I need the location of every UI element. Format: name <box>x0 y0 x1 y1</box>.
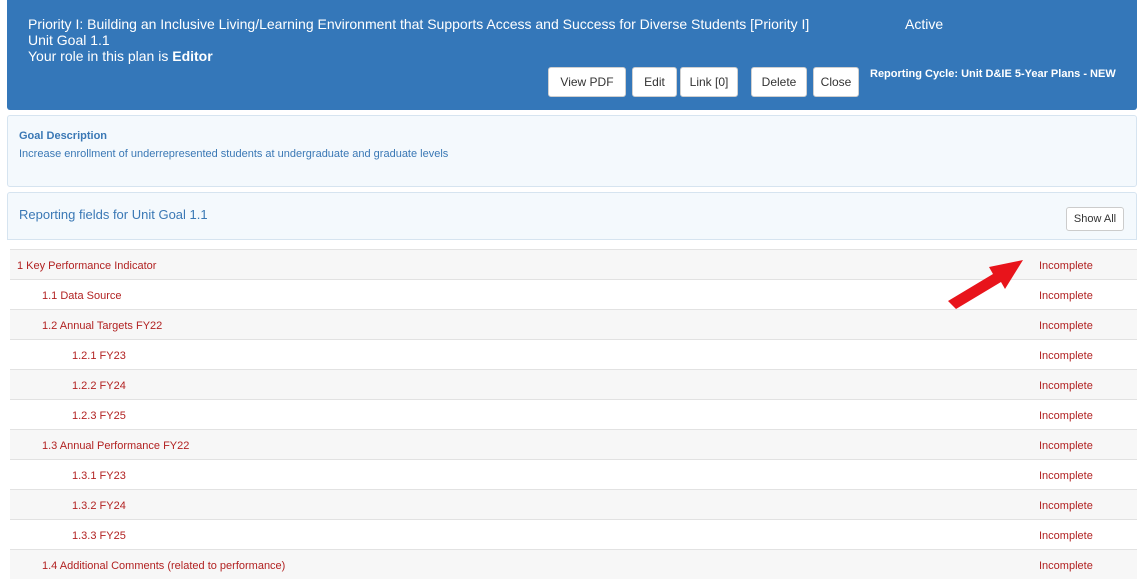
list-item[interactable]: 1.2 Annual Targets FY22 Incomplete <box>10 309 1137 339</box>
reporting-cycle-value: Unit D&IE 5-Year Plans - NEW <box>958 68 1116 80</box>
field-name[interactable]: 1.3.3 FY25 <box>72 530 126 542</box>
reporting-fields-header: Reporting fields for Unit Goal 1.1 Show … <box>7 192 1137 240</box>
reporting-fields-title: Reporting fields for Unit Goal 1.1 <box>19 207 208 222</box>
red-arrow-icon <box>948 260 1023 309</box>
show-all-button[interactable]: Show All <box>1066 207 1124 231</box>
plan-status: Active <box>905 16 944 32</box>
field-name[interactable]: 1.4 Additional Comments (related to perf… <box>42 560 285 572</box>
field-status: Incomplete <box>1039 350 1093 362</box>
list-item[interactable]: 1.2.2 FY24 Incomplete <box>10 369 1137 399</box>
field-status: Incomplete <box>1039 410 1093 422</box>
edit-button[interactable]: Edit <box>632 67 677 97</box>
field-status: Incomplete <box>1039 470 1093 482</box>
field-status: Incomplete <box>1039 290 1093 302</box>
field-name[interactable]: 1.2.1 FY23 <box>72 350 126 362</box>
field-status: Incomplete <box>1039 440 1093 452</box>
goal-description-panel: Goal Description Increase enrollment of … <box>7 115 1137 187</box>
field-name[interactable]: 1.3 Annual Performance FY22 <box>42 440 189 452</box>
link-button[interactable]: Link [0] <box>680 67 738 97</box>
list-item[interactable]: 1.2.3 FY25 Incomplete <box>10 399 1137 429</box>
field-name[interactable]: 1 Key Performance Indicator <box>17 260 156 272</box>
field-status: Incomplete <box>1039 260 1093 272</box>
field-name[interactable]: 1.3.1 FY23 <box>72 470 126 482</box>
role-value: Editor <box>172 48 213 64</box>
goal-description-label: Goal Description <box>19 130 108 142</box>
reporting-cycle-label: Reporting Cycle: <box>870 68 959 80</box>
list-item[interactable]: 1.2.1 FY23 Incomplete <box>10 339 1137 369</box>
delete-button[interactable]: Delete <box>751 67 807 97</box>
field-status: Incomplete <box>1039 530 1093 542</box>
field-status: Incomplete <box>1039 560 1093 572</box>
field-name[interactable]: 1.2.3 FY25 <box>72 410 126 422</box>
list-item[interactable]: 1.4 Additional Comments (related to perf… <box>10 549 1137 579</box>
list-item[interactable]: 1.3 Annual Performance FY22 Incomplete <box>10 429 1137 459</box>
field-status: Incomplete <box>1039 500 1093 512</box>
role-prefix: Your role in this plan is <box>28 48 173 64</box>
field-status: Incomplete <box>1039 320 1093 332</box>
list-item[interactable]: 1.3.3 FY25 Incomplete <box>10 519 1137 549</box>
role-text: Your role in this plan is Editor <box>28 48 213 64</box>
plan-title: Priority I: Building an Inclusive Living… <box>28 16 810 32</box>
field-name[interactable]: 1.3.2 FY24 <box>72 500 126 512</box>
goal-description-text: Increase enrollment of underrepresented … <box>19 148 449 160</box>
field-status: Incomplete <box>1039 380 1093 392</box>
view-pdf-button[interactable]: View PDF <box>548 67 626 97</box>
reporting-cycle: Reporting Cycle: Unit D&IE 5-Year Plans … <box>870 67 1116 81</box>
list-item[interactable]: 1.3.1 FY23 Incomplete <box>10 459 1137 489</box>
close-button[interactable]: Close <box>813 67 859 97</box>
list-item[interactable]: 1.3.2 FY24 Incomplete <box>10 489 1137 519</box>
field-name[interactable]: 1.2 Annual Targets FY22 <box>42 320 162 332</box>
goal-title: Unit Goal 1.1 <box>28 32 110 48</box>
field-name[interactable]: 1.2.2 FY24 <box>72 380 126 392</box>
field-name[interactable]: 1.1 Data Source <box>42 290 122 302</box>
plan-header: Priority I: Building an Inclusive Living… <box>7 0 1137 110</box>
